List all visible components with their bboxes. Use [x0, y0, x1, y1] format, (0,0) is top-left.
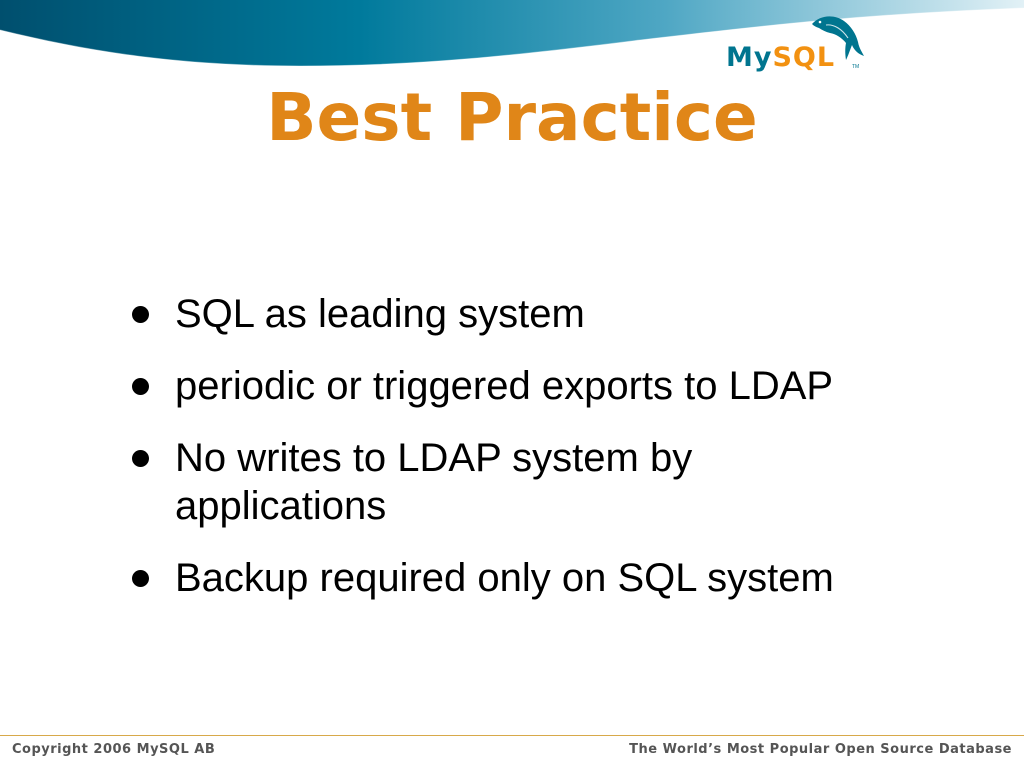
bullet-marker: [132, 378, 149, 395]
bullet-item: No writes to LDAP system by applications: [130, 434, 910, 530]
bullet-text: SQL as leading system: [175, 292, 585, 336]
header-banner: [0, 0, 1024, 67]
bullet-marker: [132, 306, 149, 323]
slide-title: Best Practice: [266, 79, 758, 156]
footer-copyright: Copyright 2006 MySQL AB: [12, 742, 216, 757]
bullet-marker: [132, 570, 149, 587]
bullet-item: Backup required only on SQL system: [130, 554, 910, 602]
trademark-mark: TM: [852, 64, 860, 70]
mysql-logo: MySQL TM: [726, 12, 866, 76]
bullet-text: periodic or triggered exports to LDAP: [175, 364, 834, 408]
footer-tagline: The World’s Most Popular Open Source Dat…: [629, 742, 1012, 757]
footer-divider: [0, 735, 1024, 736]
bullet-list: SQL as leading system periodic or trigge…: [130, 290, 910, 626]
bullet-item: SQL as leading system: [130, 290, 910, 338]
logo-wordmark: MySQL: [726, 42, 836, 73]
bullet-item: periodic or triggered exports to LDAP: [130, 362, 910, 410]
bullet-text: Backup required only on SQL system: [175, 556, 834, 600]
bullet-marker: [132, 450, 149, 467]
bullet-text: No writes to LDAP system by applications: [175, 436, 693, 528]
slide: MySQL TM Best Practice SQL as leading sy…: [0, 0, 1024, 768]
